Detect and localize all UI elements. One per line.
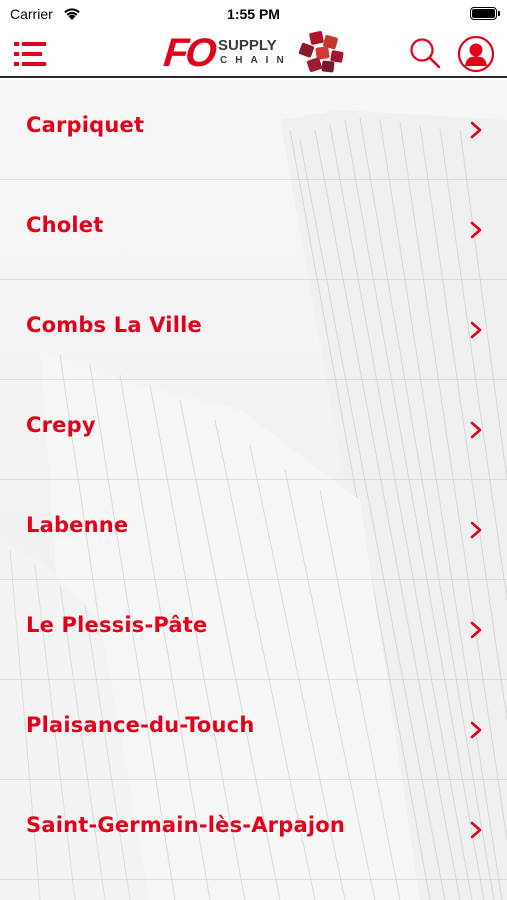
menu-icon[interactable] xyxy=(14,40,48,68)
list-item[interactable]: Cholet xyxy=(0,180,507,280)
list-item-label: Crepy xyxy=(26,413,96,437)
logo-chain: CHAIN xyxy=(220,55,292,66)
list-item-label: Carpiquet xyxy=(26,113,145,137)
list-item[interactable]: Labenne xyxy=(0,480,507,580)
chevron-right-icon xyxy=(470,221,482,239)
list-item[interactable]: Crepy xyxy=(0,380,507,480)
list-item-label: Labenne xyxy=(26,513,129,537)
list-item[interactable]: Carpiquet xyxy=(0,80,507,180)
chevron-right-icon xyxy=(470,521,482,539)
list-item-label: Cholet xyxy=(26,213,104,237)
chevron-right-icon xyxy=(470,621,482,639)
clock: 1:55 PM xyxy=(227,6,280,22)
chevron-right-icon xyxy=(470,421,482,439)
list-item[interactable]: Saint-Germain-lès-Arpajon xyxy=(0,780,507,880)
account-icon[interactable] xyxy=(457,35,495,73)
chevron-right-icon xyxy=(470,121,482,139)
list-item[interactable]: Le Plessis-Pâte xyxy=(0,580,507,680)
logo-cubes-icon xyxy=(298,31,344,73)
list-item-label: Plaisance-du-Touch xyxy=(26,713,255,737)
site-list: Carpiquet Cholet Combs La Ville Crepy La… xyxy=(0,80,507,880)
status-bar: Carrier 1:55 PM xyxy=(0,0,507,30)
chevron-right-icon xyxy=(470,721,482,739)
app-header: FO SUPPLY CHAIN xyxy=(0,30,507,78)
list-item-label: Saint-Germain-lès-Arpajon xyxy=(26,813,345,837)
chevron-right-icon xyxy=(470,321,482,339)
list-item[interactable]: Plaisance-du-Touch xyxy=(0,680,507,780)
battery-icon xyxy=(470,7,500,20)
logo-supply: SUPPLY xyxy=(218,37,277,54)
app-logo: FO SUPPLY CHAIN xyxy=(162,30,352,78)
logo-fo: FO xyxy=(161,31,216,75)
list-item[interactable]: Combs La Ville xyxy=(0,280,507,380)
list-item-label: Combs La Ville xyxy=(26,313,202,337)
search-icon[interactable] xyxy=(408,36,442,70)
chevron-right-icon xyxy=(470,821,482,839)
list-item-label: Le Plessis-Pâte xyxy=(26,613,208,637)
site-list-screen: Carpiquet Cholet Combs La Ville Crepy La… xyxy=(0,80,507,900)
